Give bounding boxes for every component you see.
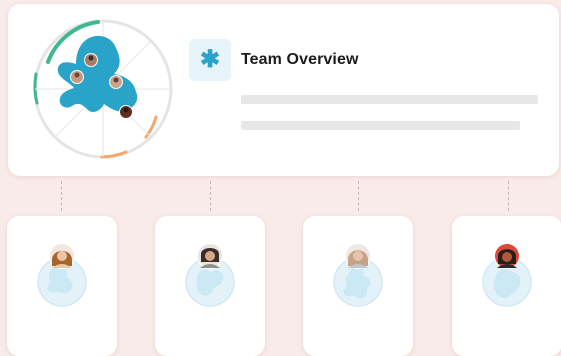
member-card[interactable] (452, 216, 561, 356)
team-icon-badge: ✱ (189, 39, 231, 81)
connector-line (358, 181, 359, 211)
radar-avatar (84, 53, 98, 67)
avatar-icon (494, 243, 520, 269)
radar-avatar (70, 70, 84, 84)
skeleton-line (241, 121, 520, 130)
asterisk-icon: ✱ (199, 46, 221, 73)
connector-line (508, 181, 509, 211)
avatar-icon (197, 243, 223, 269)
member-card[interactable] (155, 216, 265, 356)
connector-line (210, 181, 211, 211)
avatar-icon (49, 243, 75, 269)
team-shape-blob (57, 35, 138, 112)
member-card[interactable] (303, 216, 413, 356)
team-radar-chart (33, 19, 173, 159)
member-card[interactable] (7, 216, 117, 356)
radar-avatar (109, 75, 123, 89)
team-title: Team Overview (241, 51, 359, 68)
avatar-icon (345, 243, 371, 269)
radar-avatar (119, 105, 133, 119)
skeleton-line (241, 95, 538, 104)
connector-line (61, 181, 62, 211)
team-overview-card[interactable]: ✱ Team Overview (8, 4, 559, 176)
